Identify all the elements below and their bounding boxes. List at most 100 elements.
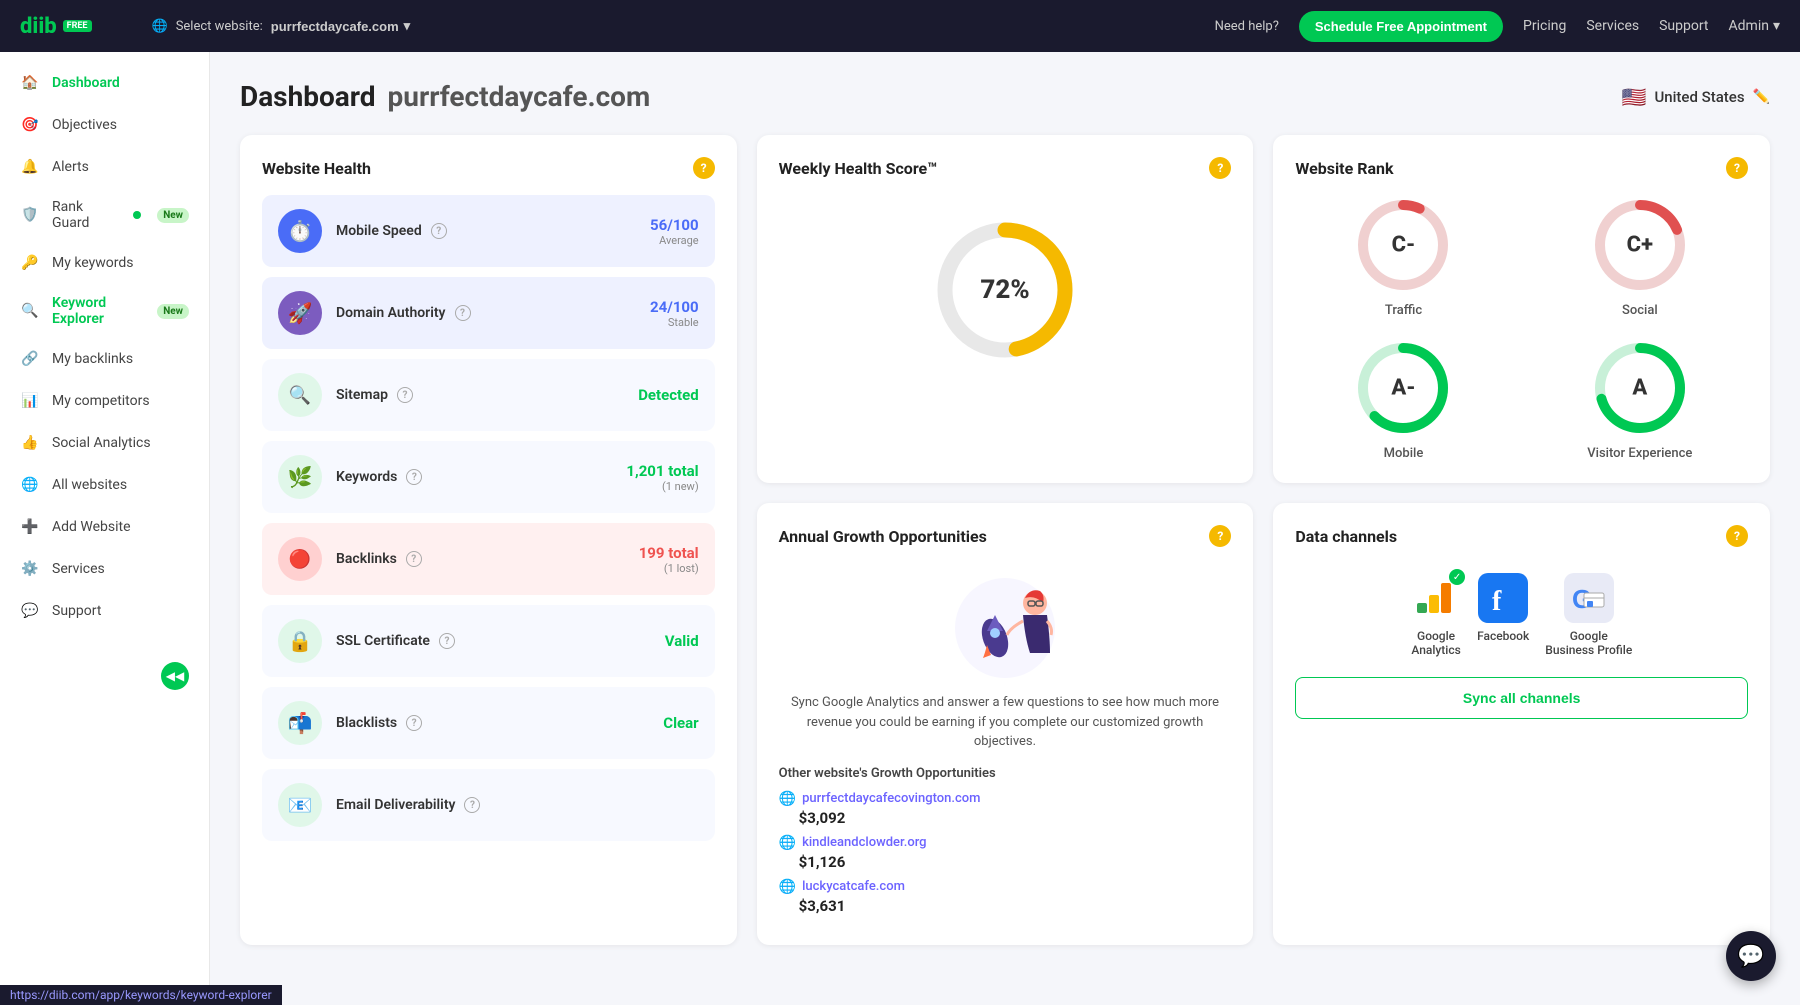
annual-growth-help-icon[interactable]: ? — [1209, 525, 1231, 547]
support-icon: 💬 — [20, 601, 40, 621]
annual-growth-title: Annual Growth Opportunities ? — [779, 525, 1232, 547]
keywords-help-icon[interactable]: ? — [406, 469, 422, 485]
health-item-mobile-speed[interactable]: ⏱️ Mobile Speed ? 56/100 Average — [262, 195, 715, 267]
admin-dropdown[interactable]: Admin ▾ — [1729, 18, 1780, 34]
sidebar-item-dashboard[interactable]: 🏠 Dashboard — [0, 62, 209, 104]
blacklists-icon: 📬 — [278, 701, 322, 745]
ssl-help-icon[interactable]: ? — [439, 633, 455, 649]
schedule-appointment-button[interactable]: Schedule Free Appointment — [1299, 11, 1503, 42]
mobile-speed-score: 56/100 — [650, 216, 699, 234]
health-item-sitemap[interactable]: 🔍 Sitemap ? Detected — [262, 359, 715, 431]
facebook-icon: f — [1478, 573, 1528, 623]
social-label: Social — [1622, 303, 1658, 318]
keyword-explorer-icon: 🔍 — [20, 301, 40, 321]
sidebar-item-rankguard[interactable]: 🛡️ Rank Guard New — [0, 188, 209, 242]
backlinks-label: Backlinks ? — [336, 551, 625, 567]
logo[interactable]: diib FREE — [20, 14, 92, 39]
page-title: Dashboard — [240, 80, 376, 113]
ssl-score: Valid — [665, 632, 699, 650]
sidebar-collapse-button[interactable]: ◀◀ — [161, 662, 189, 690]
website-rank-title: Website Rank ? — [1295, 157, 1748, 179]
edit-country-icon[interactable]: ✏️ — [1753, 89, 1770, 105]
domain-authority-sub: Stable — [650, 316, 699, 329]
backlinks-score: 199 total — [639, 544, 699, 562]
health-score-text: 72% — [980, 275, 1029, 305]
keywords-icon: 🌿 — [278, 455, 322, 499]
rank-circle-social: C+ — [1590, 195, 1690, 295]
sidebar-item-my-backlinks[interactable]: 🔗 My backlinks — [0, 338, 209, 380]
logo-text: diib — [20, 14, 57, 39]
health-item-blacklists[interactable]: 📬 Blacklists ? Clear — [262, 687, 715, 759]
growth-sites-list: 🌐 purrfectdaycafecovington.com $3,092 🌐 … — [779, 791, 1232, 915]
blacklists-help-icon[interactable]: ? — [406, 715, 422, 731]
dashboard-icon: 🏠 — [20, 73, 40, 93]
sidebar-item-social-analytics[interactable]: 👍 Social Analytics — [0, 422, 209, 464]
chat-button[interactable]: 💬 — [1726, 931, 1776, 981]
mobile-speed-help-icon[interactable]: ? — [431, 223, 447, 239]
sitemap-help-icon[interactable]: ? — [397, 387, 413, 403]
country-flag-icon: 🇺🇸 — [1622, 85, 1647, 109]
health-item-ssl[interactable]: 🔒 SSL Certificate ? Valid — [262, 605, 715, 677]
sidebar-item-add-website[interactable]: ➕ Add Website — [0, 506, 209, 548]
sidebar-item-alerts[interactable]: 🔔 Alerts — [0, 146, 209, 188]
growth-description: Sync Google Analytics and answer a few q… — [779, 693, 1232, 752]
selected-website-dropdown[interactable]: purrfectdaycafe.com ▾ — [271, 18, 410, 34]
topnav-right: Need help? Schedule Free Appointment Pri… — [1215, 11, 1780, 42]
sidebar-item-mykeywords[interactable]: 🔑 My keywords — [0, 242, 209, 284]
channel-google-analytics: ✓ GoogleAnalytics — [1411, 573, 1461, 657]
sidebar-item-services[interactable]: ⚙️ Services — [0, 548, 209, 590]
domain-authority-value: 24/100 Stable — [650, 298, 699, 329]
traffic-label: Traffic — [1385, 303, 1422, 318]
need-help-label: Need help? — [1215, 19, 1279, 34]
keywords-score: 1,201 total — [626, 462, 698, 480]
website-rank-help-icon[interactable]: ? — [1726, 157, 1748, 179]
backlinks-help-icon[interactable]: ? — [406, 551, 422, 567]
support-link[interactable]: Support — [1659, 18, 1708, 34]
health-item-keywords[interactable]: 🌿 Keywords ? 1,201 total (1 new) — [262, 441, 715, 513]
sidebar-label-support: Support — [52, 603, 101, 619]
data-channels-help-icon[interactable]: ? — [1726, 525, 1748, 547]
health-item-backlinks[interactable]: 🔴 Backlinks ? 199 total (1 lost) — [262, 523, 715, 595]
sidebar-item-my-competitors[interactable]: 📊 My competitors — [0, 380, 209, 422]
sitemap-value: Detected — [638, 386, 698, 404]
services-link[interactable]: Services — [1586, 18, 1639, 34]
sidebar-item-keyword-explorer[interactable]: 🔍 Keyword Explorer New — [0, 284, 209, 338]
email-help-icon[interactable]: ? — [464, 797, 480, 813]
growth-site-val-1: $3,092 — [779, 809, 1232, 827]
site-globe-icon-2: 🌐 — [779, 835, 796, 851]
sidebar-item-objectives[interactable]: 🎯 Objectives — [0, 104, 209, 146]
health-item-email[interactable]: 📧 Email Deliverability ? — [262, 769, 715, 841]
domain-authority-help-icon[interactable]: ? — [455, 305, 471, 321]
sidebar-label-keyword-explorer: Keyword Explorer — [52, 295, 141, 327]
keyword-explorer-new-badge: New — [157, 304, 189, 319]
mobile-speed-label: Mobile Speed ? — [336, 223, 636, 239]
mobile-label: Mobile — [1384, 446, 1424, 461]
backlinks-value: 199 total (1 lost) — [639, 544, 699, 575]
google-analytics-icon-wrap: ✓ — [1411, 573, 1461, 623]
health-item-domain-authority[interactable]: 🚀 Domain Authority ? 24/100 Stable — [262, 277, 715, 349]
selected-website-name: purrfectdaycafe.com — [271, 19, 399, 34]
channel-google-business: G GoogleBusiness Profile — [1545, 573, 1632, 657]
my-competitors-icon: 📊 — [20, 391, 40, 411]
growth-site-1[interactable]: 🌐 purrfectdaycafecovington.com $3,092 — [779, 791, 1232, 827]
weekly-health-help-icon[interactable]: ? — [1209, 157, 1231, 179]
all-websites-icon: 🌐 — [20, 475, 40, 495]
sidebar-label-all-websites: All websites — [52, 477, 127, 493]
mobile-speed-icon: ⏱️ — [278, 209, 322, 253]
rankguard-dot-badge — [133, 211, 141, 219]
growth-site-3[interactable]: 🌐 luckycatcafe.com $3,631 — [779, 879, 1232, 915]
data-channels-card: Data channels ? ✓ GoogleAnalytics — [1273, 503, 1770, 945]
health-score-donut: 72% — [930, 215, 1080, 365]
rank-circle-traffic: C- — [1353, 195, 1453, 295]
sidebar-item-all-websites[interactable]: 🌐 All websites — [0, 464, 209, 506]
sidebar-label-rankguard: Rank Guard — [52, 199, 121, 231]
sidebar-label-objectives: Objectives — [52, 117, 117, 133]
sidebar-item-support[interactable]: 💬 Support — [0, 590, 209, 632]
growth-site-2[interactable]: 🌐 kindleandclowder.org $1,126 — [779, 835, 1232, 871]
mobile-speed-value: 56/100 Average — [650, 216, 699, 247]
sync-all-channels-button[interactable]: Sync all channels — [1295, 677, 1748, 719]
pricing-link[interactable]: Pricing — [1523, 18, 1566, 34]
keywords-label: Keywords ? — [336, 469, 612, 485]
rank-grid: C- Traffic C+ Social — [1295, 195, 1748, 461]
website-health-help-icon[interactable]: ? — [693, 157, 715, 179]
